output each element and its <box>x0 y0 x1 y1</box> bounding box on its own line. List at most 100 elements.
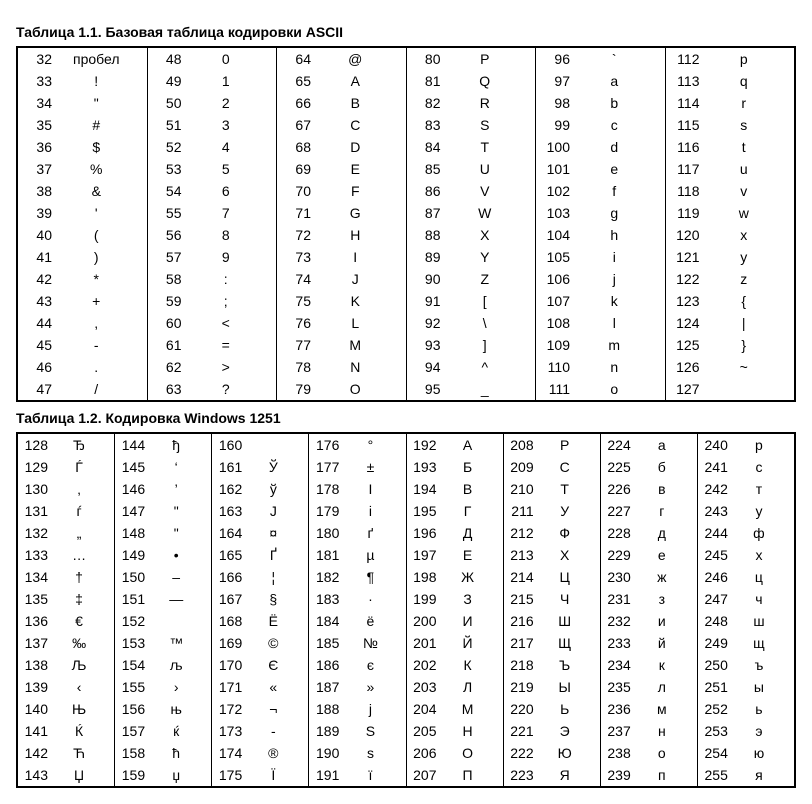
code-number: 49 <box>154 73 182 89</box>
code-cell: 204М <box>406 698 503 720</box>
code-char: = <box>182 337 271 353</box>
table2-title: Таблица 1.2. Кодировка Windows 1251 <box>16 410 796 426</box>
code-char: " <box>145 503 207 519</box>
code-char: e <box>570 161 659 177</box>
code-char: ; <box>182 293 271 309</box>
code-number: 231 <box>605 591 631 607</box>
code-cell: 106j <box>535 268 665 290</box>
code-char: | <box>700 315 789 331</box>
code-number: 70 <box>283 183 311 199</box>
code-number: 177 <box>313 459 339 475</box>
code-cell: 63? <box>147 378 277 400</box>
code-char: " <box>52 95 141 111</box>
code-cell: 91[ <box>406 290 536 312</box>
code-number: 227 <box>605 503 631 519</box>
code-cell: 129Ѓ <box>18 456 114 478</box>
code-cell: 568 <box>147 224 277 246</box>
code-number: 121 <box>672 249 700 265</box>
code-cell: 69E <box>276 158 406 180</box>
code-number: 205 <box>411 723 437 739</box>
code-char: В <box>437 481 499 497</box>
table-row: 32пробел48064@80P96`112p <box>18 48 794 70</box>
code-cell: 140Њ <box>18 698 114 720</box>
code-cell: 163Ј <box>211 500 308 522</box>
code-char: € <box>48 613 110 629</box>
code-char: 3 <box>182 117 271 133</box>
code-number: 38 <box>24 183 52 199</box>
code-cell: 234к <box>600 654 697 676</box>
code-cell: 172¬ <box>211 698 308 720</box>
code-number: 112 <box>672 51 700 67</box>
code-cell: 202К <box>406 654 503 676</box>
code-char: @ <box>311 51 400 67</box>
code-char: ї <box>339 767 401 783</box>
code-char: д <box>631 525 693 541</box>
code-char: Х <box>534 547 596 563</box>
code-number: 193 <box>411 459 437 475</box>
code-cell: 41) <box>18 246 147 268</box>
code-cell: 149• <box>114 544 211 566</box>
code-char: а <box>631 437 693 453</box>
code-cell: 83S <box>406 114 536 136</box>
code-char: е <box>631 547 693 563</box>
code-cell: 170Є <box>211 654 308 676</box>
code-char: Љ <box>48 657 110 673</box>
code-char: > <box>182 359 271 375</box>
code-cell: 226в <box>600 478 697 500</box>
code-cell: 99c <box>535 114 665 136</box>
code-cell: 87W <box>406 202 536 224</box>
code-char: пробел <box>52 51 141 67</box>
code-cell: 123{ <box>665 290 795 312</box>
code-char: і <box>339 503 401 519</box>
code-number: 114 <box>672 95 700 111</box>
code-char: : <box>182 271 271 287</box>
code-number: 54 <box>154 183 182 199</box>
code-number: 41 <box>24 249 52 265</box>
code-cell: 141Ќ <box>18 720 114 742</box>
code-number: 209 <box>508 459 534 475</box>
code-cell: 132„ <box>18 522 114 544</box>
table-row: 142Ћ158ћ174®190ѕ206О222Ю238о254ю <box>18 742 794 764</box>
code-char: № <box>339 635 401 651</box>
code-number: 143 <box>22 767 48 783</box>
code-char: E <box>311 161 400 177</box>
code-cell: 92\ <box>406 312 536 334</box>
code-cell: 502 <box>147 92 277 114</box>
code-cell: 222Ю <box>503 742 600 764</box>
code-char: a <box>570 73 659 89</box>
code-char: И <box>437 613 499 629</box>
code-number: 144 <box>119 437 145 453</box>
code-char: — <box>145 591 207 607</box>
code-char: ™ <box>145 635 207 651</box>
code-cell: 130‚ <box>18 478 114 500</box>
table-row: 137‰153™169©185№201Й217Щ233й249щ <box>18 632 794 654</box>
code-number: 127 <box>672 381 700 397</box>
code-char: У <box>534 503 596 519</box>
code-number: 35 <box>24 117 52 133</box>
code-number: 73 <box>283 249 311 265</box>
code-cell: 225б <box>600 456 697 478</box>
code-number: 63 <box>154 381 182 397</box>
code-number: 200 <box>411 613 437 629</box>
code-number: 57 <box>154 249 182 265</box>
code-char: Ц <box>534 569 596 585</box>
code-cell: 37% <box>18 158 147 180</box>
code-cell: 213Х <box>503 544 600 566</box>
table-row: 143Џ159џ175Ї191ї207П223Я239п255я <box>18 764 794 786</box>
code-cell: 116t <box>665 136 795 158</box>
code-char: & <box>52 183 141 199</box>
code-char: Ч <box>534 591 596 607</box>
code-cell: 161Ў <box>211 456 308 478</box>
code-char: Ъ <box>534 657 596 673</box>
code-cell: 38& <box>18 180 147 202</box>
code-number: 233 <box>605 635 631 651</box>
code-char: $ <box>52 139 141 155</box>
code-cell: 143Џ <box>18 764 114 786</box>
code-cell: 36$ <box>18 136 147 158</box>
code-char: Ё <box>242 613 304 629</box>
code-number: 42 <box>24 271 52 287</box>
code-number: 109 <box>542 337 570 353</box>
code-char: Ќ <box>48 723 110 739</box>
code-char: Ф <box>534 525 596 541</box>
code-char: ъ <box>728 657 790 673</box>
